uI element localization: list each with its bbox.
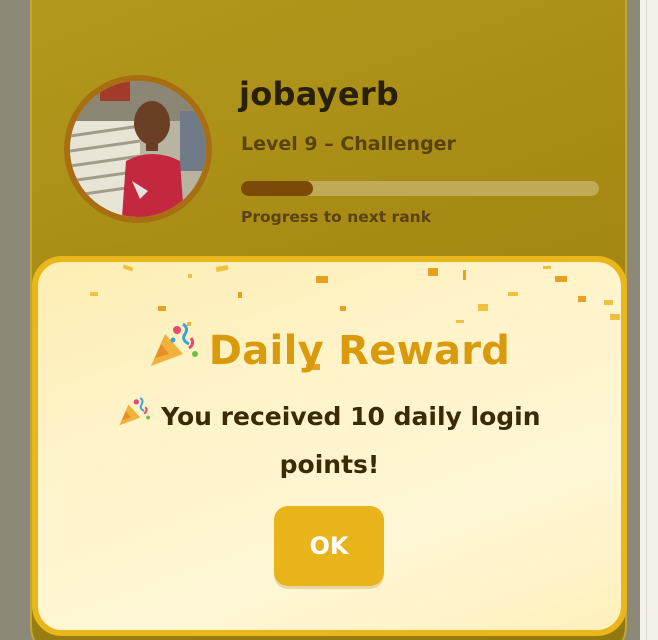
level-label: Level 9 – Challenger [241,133,456,155]
rank-progress-bar [241,181,599,196]
dialog-title-text: Daily Reward [208,328,511,374]
dialog-message: You received 10 daily login points! [98,394,561,488]
window-edge [640,0,658,640]
rank-progress-fill [241,181,313,196]
avatar-photo [70,81,206,217]
username: jobayerb [239,75,400,113]
dialog-title: Daily Reward [38,320,621,378]
dialog-message-text: You received 10 daily login points! [161,402,541,479]
ok-button[interactable]: OK [274,506,384,586]
avatar[interactable] [70,81,206,217]
party-popper-icon [149,320,201,378]
daily-reward-dialog: Daily Reward You received 10 daily login… [32,256,627,636]
party-popper-icon [118,395,152,442]
avatar-ring [64,75,212,223]
progress-caption: Progress to next rank [241,208,432,226]
